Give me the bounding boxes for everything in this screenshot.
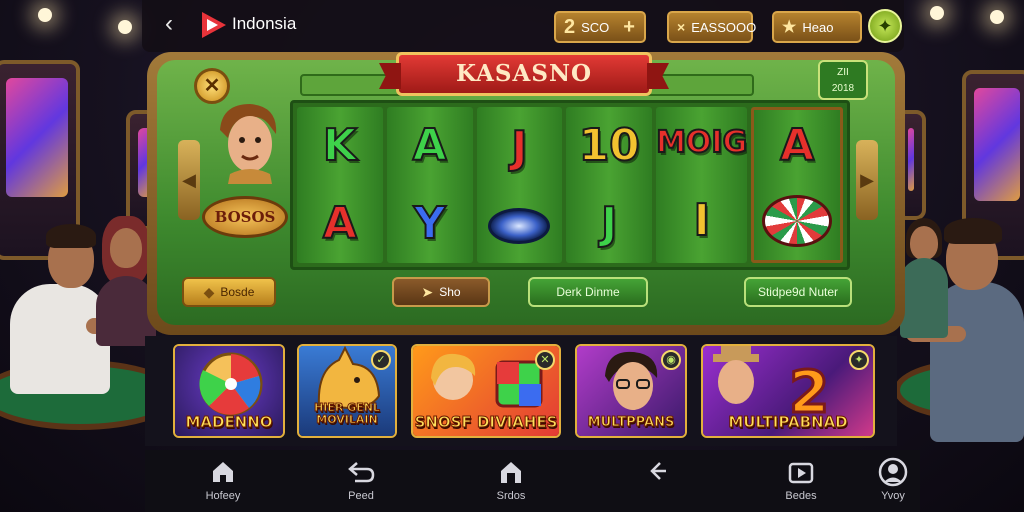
- bonus-button[interactable]: ◆ Bosde: [182, 277, 276, 307]
- ceiling-light: [930, 6, 944, 20]
- game-tile[interactable]: MADENNO: [173, 344, 285, 438]
- app-logo-icon[interactable]: [200, 10, 228, 40]
- arrow-left-icon[interactable]: ◀: [178, 140, 200, 220]
- arrow-right-icon[interactable]: ▶: [856, 140, 878, 220]
- game-thumbnails: MADENNO ✓ HIER GENL MOVILAIN ✕ SNOSF DIV…: [145, 336, 897, 446]
- app-title: Indonsia: [232, 14, 297, 33]
- nav-bedes[interactable]: Bedes: [761, 458, 841, 502]
- reel-1: K A: [297, 107, 383, 263]
- rewards-chip[interactable]: ★ Heao: [772, 11, 862, 43]
- reel-3: J: [476, 107, 563, 263]
- coin-icon: ◆: [203, 283, 215, 300]
- store-icon: [471, 458, 551, 486]
- game-tile[interactable]: ◉ MULTPPANS: [575, 344, 687, 438]
- suggested-label: Stidpe9d Nuter: [757, 285, 839, 299]
- badge-icon: ✦: [849, 350, 869, 370]
- close-x-button[interactable]: ✕: [194, 68, 230, 104]
- nav-share[interactable]: [617, 458, 697, 490]
- undo-icon: [321, 458, 401, 486]
- reel-2: A Y: [386, 107, 473, 263]
- profile-icon: [853, 457, 933, 487]
- ceiling-light: [990, 10, 1004, 24]
- nav-label: Bedes: [785, 490, 817, 502]
- nav-label: Yvoy: [881, 490, 905, 502]
- nav-label: Hofeey: [205, 490, 241, 502]
- character-portrait-icon: [220, 104, 277, 184]
- level-line-2: 2018: [831, 83, 855, 94]
- back-arrow-icon[interactable]: ‹: [156, 12, 182, 38]
- reel-symbol: A: [779, 119, 815, 171]
- reel-symbol: MOIG: [655, 124, 748, 160]
- settings-badge-icon[interactable]: ✦: [868, 9, 902, 43]
- nav-label: Srdos: [496, 490, 526, 502]
- close-x-icon: ×: [677, 19, 686, 35]
- top-bar: ‹ Indonsia 2 SCO + × EASSOOO ★ Heao ✦: [142, 0, 904, 52]
- chip-symbol-icon: [762, 194, 833, 247]
- hand-icon: ➤: [421, 283, 434, 300]
- ceiling-light: [118, 20, 132, 34]
- reel-area: K A A Y J 10 J MOIG I A: [290, 100, 850, 270]
- star-icon: ★: [782, 19, 797, 36]
- reel-5: MOIG I: [655, 107, 748, 263]
- reel-symbol: A: [412, 120, 448, 171]
- rewards-label: Heao: [802, 19, 834, 35]
- level-line-1: ZII: [837, 67, 849, 78]
- reel-symbol: Y: [413, 198, 447, 249]
- sho-button-label: Sho: [439, 285, 461, 299]
- game-title: MADENNO: [185, 412, 273, 431]
- bottom-navigation: Hofeey Peed Srdos Bedes Yvoy: [145, 450, 920, 512]
- player-figure: [900, 218, 950, 338]
- badge-icon: ◉: [661, 350, 681, 370]
- reel-6: A: [751, 107, 843, 263]
- game-title: MULTIPABNAD: [728, 412, 848, 431]
- reel-symbol: I: [692, 194, 710, 246]
- reel-symbol: J: [510, 122, 528, 173]
- bonus-badge[interactable]: BOSOS: [202, 196, 288, 238]
- game-title: MULTPPANS: [587, 414, 675, 430]
- nav-peed[interactable]: Peed: [321, 458, 401, 502]
- multiplier-label: EASSOOO: [691, 19, 757, 35]
- game-tile[interactable]: 2 ✦ MULTIPABNAD: [701, 344, 875, 438]
- ceiling-light: [38, 8, 52, 22]
- disc-symbol-icon: [488, 208, 551, 244]
- add-coins-icon[interactable]: +: [623, 16, 635, 39]
- multiplier-chip[interactable]: × EASSOOO: [667, 11, 757, 43]
- nav-profile[interactable]: Yvoy: [853, 457, 933, 502]
- dark-theme-button[interactable]: Derk Dinme: [528, 277, 648, 307]
- reel-4: 10 J: [566, 107, 653, 263]
- play-icon: [761, 458, 841, 486]
- reel-symbol: J: [600, 198, 618, 249]
- coins-count: 2: [564, 15, 576, 38]
- coins-label: SCO: [581, 19, 610, 35]
- game-tile[interactable]: ✓ HIER GENL MOVILAIN: [297, 344, 397, 438]
- reel-symbol: A: [322, 198, 358, 249]
- game-title: HIER GENL MOVILAIN: [314, 400, 381, 426]
- badge-icon: ✕: [535, 350, 555, 370]
- slot-title: KASASNO: [396, 52, 652, 96]
- share-icon: [617, 458, 697, 486]
- reel-symbol: 10: [578, 120, 641, 171]
- suggested-button[interactable]: Stidpe9d Nuter: [744, 277, 852, 307]
- reel-symbol: K: [322, 120, 358, 171]
- game-tile[interactable]: ✕ SNOSF DIVIAHES: [411, 344, 561, 438]
- nav-store[interactable]: Srdos: [471, 458, 551, 502]
- bonus-button-label: Bosde: [220, 285, 255, 299]
- home-icon: [183, 458, 263, 486]
- slot-title-banner: KASASNO: [300, 52, 754, 100]
- game-title: SNOSF DIVIAHES: [414, 412, 558, 431]
- sho-button[interactable]: ➤ Sho: [392, 277, 490, 307]
- coins-chip[interactable]: 2 SCO +: [554, 11, 646, 43]
- level-indicator: ZII 2018: [818, 60, 868, 100]
- nav-home[interactable]: Hofeey: [183, 458, 263, 502]
- badge-icon: ✓: [371, 350, 391, 370]
- nav-label: Peed: [348, 490, 374, 502]
- dark-theme-label: Derk Dinme: [556, 285, 620, 299]
